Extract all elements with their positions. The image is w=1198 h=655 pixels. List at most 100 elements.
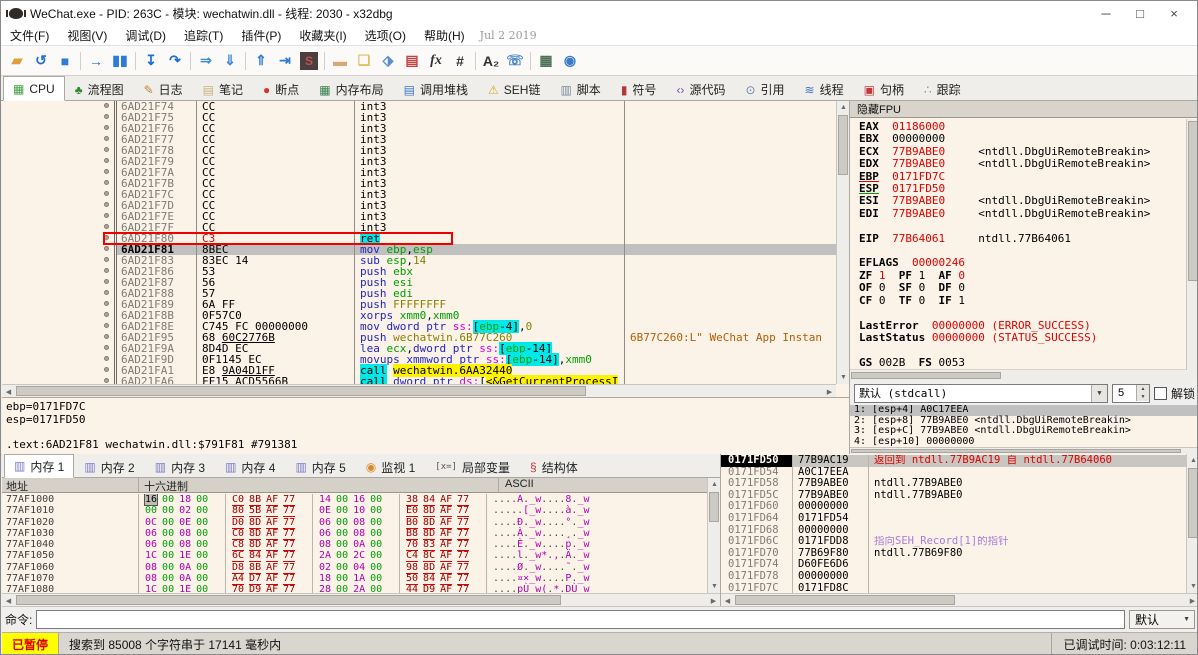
stack-row[interactable]: 0171FD6C0171FDD8指向SEH_Record[1]的指针 xyxy=(721,536,1186,548)
dump-row[interactable]: 77AF100016001800C08BAF77140016003884AF77… xyxy=(2,494,707,505)
menu-item-1[interactable]: 视图(V) xyxy=(58,27,116,44)
register-line[interactable]: GS 002B FS 0053 xyxy=(859,357,1198,369)
breakpoint-dot-icon[interactable] xyxy=(104,367,109,372)
run-icon[interactable]: → xyxy=(84,49,108,73)
breakpoint-dot-icon[interactable] xyxy=(104,213,109,218)
breakpoint-dot-icon[interactable] xyxy=(104,180,109,185)
pause-icon[interactable]: ▮▮ xyxy=(108,49,132,73)
calculator-icon[interactable]: ▦ xyxy=(534,49,558,73)
dump-hscrollbar[interactable]: ◀ ▶ xyxy=(2,593,720,606)
step-into-icon[interactable]: ↧ xyxy=(139,49,163,73)
stack-row[interactable]: 0171FD7077B69F80ntdll.77B69F80 xyxy=(721,548,1186,560)
tab-cpu[interactable]: ▦CPU xyxy=(3,76,65,101)
stack-row[interactable]: 0171FD6000000000 xyxy=(721,501,1186,513)
tab-struct[interactable]: §结构体 xyxy=(520,456,588,477)
argument-count-stepper[interactable]: 5 ▲▼ xyxy=(1112,384,1150,403)
stack-row[interactable]: 0171FD640171FD54 xyxy=(721,513,1186,525)
run-to-cursor-icon[interactable]: ⇒ xyxy=(194,49,218,73)
breakpoint-dot-icon[interactable] xyxy=(104,202,109,207)
argument-row[interactable]: 3: [esp+C] 77B9ABE0 <ntdll.DbgUiRemoteBr… xyxy=(850,426,1198,437)
argument-row[interactable]: 1: [esp+4] A0C17EEA xyxy=(850,405,1198,416)
preferences-globe-icon[interactable]: ◉ xyxy=(558,49,582,73)
stack-row[interactable]: 0171FD5C77B9ABE0ntdll.77B9ABE0 xyxy=(721,490,1186,502)
restart-icon[interactable]: ↺ xyxy=(29,49,53,73)
breakpoint-dot-icon[interactable] xyxy=(104,279,109,284)
close-button[interactable]: × xyxy=(1157,2,1191,25)
stack-row[interactable]: 0171FD74D60FE6D6 xyxy=(721,559,1186,571)
run-to-user-code-icon[interactable]: ⇥ xyxy=(273,49,297,73)
tab-threads[interactable]: ≋线程 xyxy=(795,78,854,100)
menu-item-3[interactable]: 追踪(T) xyxy=(175,27,232,44)
chevron-down-icon[interactable]: ▼ xyxy=(1091,385,1107,402)
menu-item-2[interactable]: 调试(D) xyxy=(116,27,175,44)
breakpoint-dot-icon[interactable] xyxy=(104,312,109,317)
breakpoint-dot-icon[interactable] xyxy=(104,257,109,262)
breakpoint-dot-icon[interactable] xyxy=(104,246,109,251)
stack-row[interactable]: 0171FD5877B9ABE0ntdll.77B9ABE0 xyxy=(721,478,1186,490)
breakpoint-dot-icon[interactable] xyxy=(104,191,109,196)
stack-vscrollbar[interactable]: ▲ ▼ xyxy=(1186,454,1198,593)
disasm-row[interactable]: 6AD21FA6FF15 ACD5566Bcall dword ptr ds:[… xyxy=(2,376,836,384)
registers-hscrollbar[interactable] xyxy=(850,370,1198,381)
tab-log[interactable]: ✎日志 xyxy=(134,78,193,100)
breakpoint-dot-icon[interactable] xyxy=(104,147,109,152)
execute-till-return-icon[interactable]: ⇑ xyxy=(249,49,273,73)
step-over-icon[interactable]: ↷ xyxy=(163,49,187,73)
command-input[interactable] xyxy=(36,610,1125,629)
tab-dump-3[interactable]: ▥内存 3 xyxy=(145,456,215,477)
dump-row[interactable]: 77AF103006000800C08DAF7706000800B88DAF77… xyxy=(2,528,707,539)
dump-row[interactable]: 77AF106008000A00D88BAF7702000400988DAF77… xyxy=(2,562,707,573)
register-line[interactable]: EDI 77B9ABE0 <ntdll.DbgUiRemoteBreakin> xyxy=(859,208,1198,220)
breakpoint-dot-icon[interactable] xyxy=(104,136,109,141)
dump-row[interactable]: 77AF10501C001E006C84AF772A002C00C48CAF77… xyxy=(2,550,707,561)
stack-row[interactable]: 0171FD5077B9AC19返回到 ntdll.77B9AC19 自 ntd… xyxy=(721,455,1186,467)
tab-trace[interactable]: ∴跟踪 xyxy=(914,78,971,100)
stop-icon[interactable]: ■ xyxy=(53,49,77,73)
dump-row[interactable]: 77AF107008000A00A4D7AF7718001A005084AF77… xyxy=(2,573,707,584)
menu-item-4[interactable]: 插件(P) xyxy=(232,27,290,44)
breakpoint-dot-icon[interactable] xyxy=(104,224,109,229)
comments-icon[interactable]: ❑ xyxy=(352,49,376,73)
dump-row[interactable]: 77AF104006000800C88DAF7708000A007083AF77… xyxy=(2,539,707,550)
tab-graph[interactable]: ♣流程图 xyxy=(65,78,134,100)
breakpoint-dot-icon[interactable] xyxy=(104,290,109,295)
breakpoint-dot-icon[interactable] xyxy=(104,345,109,350)
breakpoint-dot-icon[interactable] xyxy=(104,169,109,174)
tab-seh-chain[interactable]: ⚠SEH链 xyxy=(478,78,550,100)
breakpoint-dot-icon[interactable] xyxy=(104,378,109,383)
stack-hscrollbar[interactable]: ◀ ▶ xyxy=(721,593,1198,606)
tab-call-stack[interactable]: ▤调用堆栈 xyxy=(394,78,478,100)
patches-icon[interactable]: ▬ xyxy=(328,49,352,73)
step-down-icon[interactable]: ⇓ xyxy=(218,49,242,73)
breakpoint-dot-icon[interactable] xyxy=(104,125,109,130)
disassembly-hscrollbar[interactable]: ◀ ▶ xyxy=(2,384,836,397)
tab-dump-4[interactable]: ▥内存 4 xyxy=(215,456,285,477)
disassembly-vscrollbar[interactable]: ▲ ▼ xyxy=(836,101,849,384)
breakpoint-dot-icon[interactable] xyxy=(104,268,109,273)
tab-dump-1[interactable]: ▥内存 1 xyxy=(4,454,74,478)
bookmarks-icon[interactable]: ▤ xyxy=(400,49,424,73)
tab-watch-1[interactable]: ◉监视 1 xyxy=(356,456,426,477)
menu-item-7[interactable]: 帮助(H) xyxy=(415,27,474,44)
open-file-icon[interactable]: ▰ xyxy=(5,49,29,73)
tab-breakpoints[interactable]: ●断点 xyxy=(253,78,309,100)
tab-source[interactable]: ‹›源代码 xyxy=(666,78,735,100)
tab-locals[interactable]: [x=]局部变量 xyxy=(425,456,520,477)
arguments-hscrollbar[interactable] xyxy=(850,447,1198,454)
menu-item-6[interactable]: 选项(O) xyxy=(356,27,415,44)
stack-row[interactable]: 0171FD6800000000 xyxy=(721,525,1186,537)
tab-memory-map[interactable]: ▦内存布局 xyxy=(309,78,393,100)
registers-vscrollbar[interactable] xyxy=(1186,119,1198,370)
tab-symbols[interactable]: ▮符号 xyxy=(611,78,667,100)
breakpoint-dot-icon[interactable] xyxy=(104,334,109,339)
tab-references[interactable]: ⊙引用 xyxy=(735,78,794,100)
tab-dump-5[interactable]: ▥内存 5 xyxy=(285,456,355,477)
tab-handles[interactable]: ▣句柄 xyxy=(854,78,914,100)
tab-notes[interactable]: ▤笔记 xyxy=(193,78,253,100)
argument-row[interactable]: 4: [esp+10] 00000000 xyxy=(850,437,1198,448)
breakpoint-dot-icon[interactable] xyxy=(104,235,109,240)
scylla-icon[interactable]: S xyxy=(297,49,321,73)
stack-row[interactable]: 0171FD7C0171FD8C xyxy=(721,583,1186,593)
tab-dump-2[interactable]: ▥内存 2 xyxy=(74,456,144,477)
breakpoint-dot-icon[interactable] xyxy=(104,114,109,119)
